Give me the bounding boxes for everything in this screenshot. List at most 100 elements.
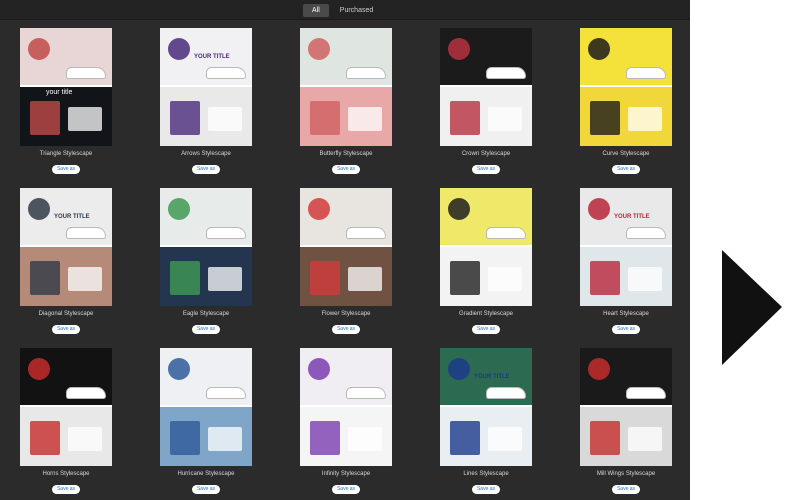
thumbnail-bottom-section bbox=[160, 87, 252, 146]
mockup-shape bbox=[348, 267, 382, 291]
save-as-button[interactable]: Save as bbox=[192, 485, 220, 494]
stylescape-thumbnail[interactable]: YOUR TITLE bbox=[580, 188, 672, 306]
car-mockup-shape bbox=[486, 227, 526, 239]
thumbnail-bottom-section bbox=[300, 87, 392, 146]
stylescape-thumbnail[interactable] bbox=[160, 188, 252, 306]
mockup-title-text: YOUR TITLE bbox=[54, 214, 90, 220]
thumbnail-top-section: YOUR TITLE bbox=[580, 188, 672, 245]
stylescape-card: Hurricane Stylescape Save as bbox=[140, 340, 280, 494]
mockup-shape bbox=[348, 107, 382, 131]
car-mockup-shape bbox=[486, 387, 526, 399]
save-as-button[interactable]: Save as bbox=[332, 165, 360, 174]
thumbnail-bottom-section bbox=[160, 407, 252, 466]
thumbnail-bottom-section bbox=[160, 247, 252, 306]
mockup-shape bbox=[310, 101, 340, 135]
car-mockup-shape bbox=[626, 67, 666, 79]
mockup-shape bbox=[628, 427, 662, 451]
thumbnail-top-section: YOUR TITLE bbox=[440, 348, 532, 405]
thumbnail-bottom-section bbox=[300, 247, 392, 306]
card-title: Diagonal Stylescape bbox=[38, 311, 94, 317]
top-bar: All Purchased bbox=[0, 0, 690, 20]
thumbnail-bottom-section bbox=[440, 247, 532, 306]
mockup-shape bbox=[488, 267, 522, 291]
save-as-button[interactable]: Save as bbox=[472, 165, 500, 174]
stylescape-card: Butterfly Stylescape Save as bbox=[280, 20, 420, 174]
mockup-shape bbox=[310, 261, 340, 295]
stylescape-thumbnail[interactable] bbox=[20, 348, 112, 466]
thumbnail-bottom-section bbox=[580, 87, 672, 146]
mockup-shape bbox=[30, 261, 60, 295]
mockup-shape bbox=[450, 421, 480, 455]
stylescape-card: Mill Wings Stylescape Save as bbox=[560, 340, 700, 494]
card-title: Heart Stylescape bbox=[603, 311, 649, 317]
mockup-shape bbox=[590, 101, 620, 135]
stylescape-thumbnail[interactable] bbox=[300, 28, 392, 146]
mockup-shape bbox=[168, 358, 190, 380]
filter-segmented-control: All Purchased bbox=[303, 4, 382, 17]
card-title: Mill Wings Stylescape bbox=[596, 471, 656, 477]
save-as-button[interactable]: Save as bbox=[332, 485, 360, 494]
save-as-button[interactable]: Save as bbox=[472, 325, 500, 334]
stylescape-card: Gradient Stylescape Save as bbox=[420, 180, 560, 334]
card-title: Crown Stylescape bbox=[461, 151, 511, 157]
mockup-shape bbox=[450, 261, 480, 295]
stylescape-thumbnail[interactable]: YOUR TITLE bbox=[440, 348, 532, 466]
car-mockup-shape bbox=[346, 387, 386, 399]
save-as-button[interactable]: Save as bbox=[332, 325, 360, 334]
mockup-shape bbox=[448, 358, 470, 380]
mockup-shape bbox=[68, 107, 102, 131]
save-as-button[interactable]: Save as bbox=[52, 165, 80, 174]
next-arrow-icon[interactable] bbox=[722, 250, 782, 365]
thumbnail-top-section: YOUR TITLE bbox=[20, 188, 112, 245]
save-as-button[interactable]: Save as bbox=[52, 325, 80, 334]
stylescape-thumbnail[interactable] bbox=[440, 28, 532, 146]
mockup-shape bbox=[588, 38, 610, 60]
tab-purchased[interactable]: Purchased bbox=[331, 4, 382, 17]
car-mockup-shape bbox=[626, 227, 666, 239]
card-title: Gradient Stylescape bbox=[458, 311, 514, 317]
stylescape-thumbnail[interactable] bbox=[160, 348, 252, 466]
stylescape-thumbnail[interactable]: YOUR TITLE bbox=[20, 188, 112, 306]
stylescape-thumbnail[interactable] bbox=[580, 348, 672, 466]
mockup-shape bbox=[28, 358, 50, 380]
stylescape-card: Horns Stylescape Save as bbox=[0, 340, 140, 494]
stylescape-thumbnail[interactable]: YOUR TITLE bbox=[160, 28, 252, 146]
car-mockup-shape bbox=[66, 387, 106, 399]
stylescape-thumbnail[interactable] bbox=[300, 188, 392, 306]
thumbnail-top-section bbox=[160, 188, 252, 245]
save-as-button[interactable]: Save as bbox=[192, 165, 220, 174]
tab-all[interactable]: All bbox=[303, 4, 329, 17]
thumbnail-bottom-section bbox=[440, 87, 532, 146]
stylescape-thumbnail[interactable] bbox=[300, 348, 392, 466]
save-as-button[interactable]: Save as bbox=[52, 485, 80, 494]
mockup-shape bbox=[30, 421, 60, 455]
mockup-shape bbox=[450, 101, 480, 135]
mockup-shape bbox=[28, 198, 50, 220]
mockup-title-text: YOUR TITLE bbox=[194, 54, 230, 60]
save-as-button[interactable]: Save as bbox=[612, 165, 640, 174]
card-title: Butterfly Stylescape bbox=[319, 151, 373, 157]
mockup-shape bbox=[170, 421, 200, 455]
mockup-shape bbox=[628, 267, 662, 291]
mockup-title-text: your title bbox=[46, 89, 73, 96]
card-title: Triangle Stylescape bbox=[39, 151, 93, 157]
car-mockup-shape bbox=[66, 67, 106, 79]
save-as-button[interactable]: Save as bbox=[472, 485, 500, 494]
stylescape-card: Flower Stylescape Save as bbox=[280, 180, 420, 334]
stylescape-thumbnail[interactable] bbox=[580, 28, 672, 146]
thumbnail-top-section bbox=[20, 348, 112, 405]
stylescape-thumbnail[interactable]: your title bbox=[20, 28, 112, 146]
gallery-panel: All Purchased your title Triangle Stylesc… bbox=[0, 0, 690, 500]
mockup-shape bbox=[68, 267, 102, 291]
thumbnail-top-section bbox=[580, 348, 672, 405]
mockup-shape bbox=[588, 358, 610, 380]
thumbnail-bottom-section bbox=[580, 247, 672, 306]
save-as-button[interactable]: Save as bbox=[612, 325, 640, 334]
stylescape-card: YOUR TITLE Arrows Stylescape Save as bbox=[140, 20, 280, 174]
stylescape-card: Eagle Stylescape Save as bbox=[140, 180, 280, 334]
save-as-button[interactable]: Save as bbox=[192, 325, 220, 334]
stylescape-thumbnail[interactable] bbox=[440, 188, 532, 306]
save-as-button[interactable]: Save as bbox=[612, 485, 640, 494]
thumbnail-bottom-section bbox=[440, 407, 532, 466]
card-title: Horns Stylescape bbox=[42, 471, 90, 477]
